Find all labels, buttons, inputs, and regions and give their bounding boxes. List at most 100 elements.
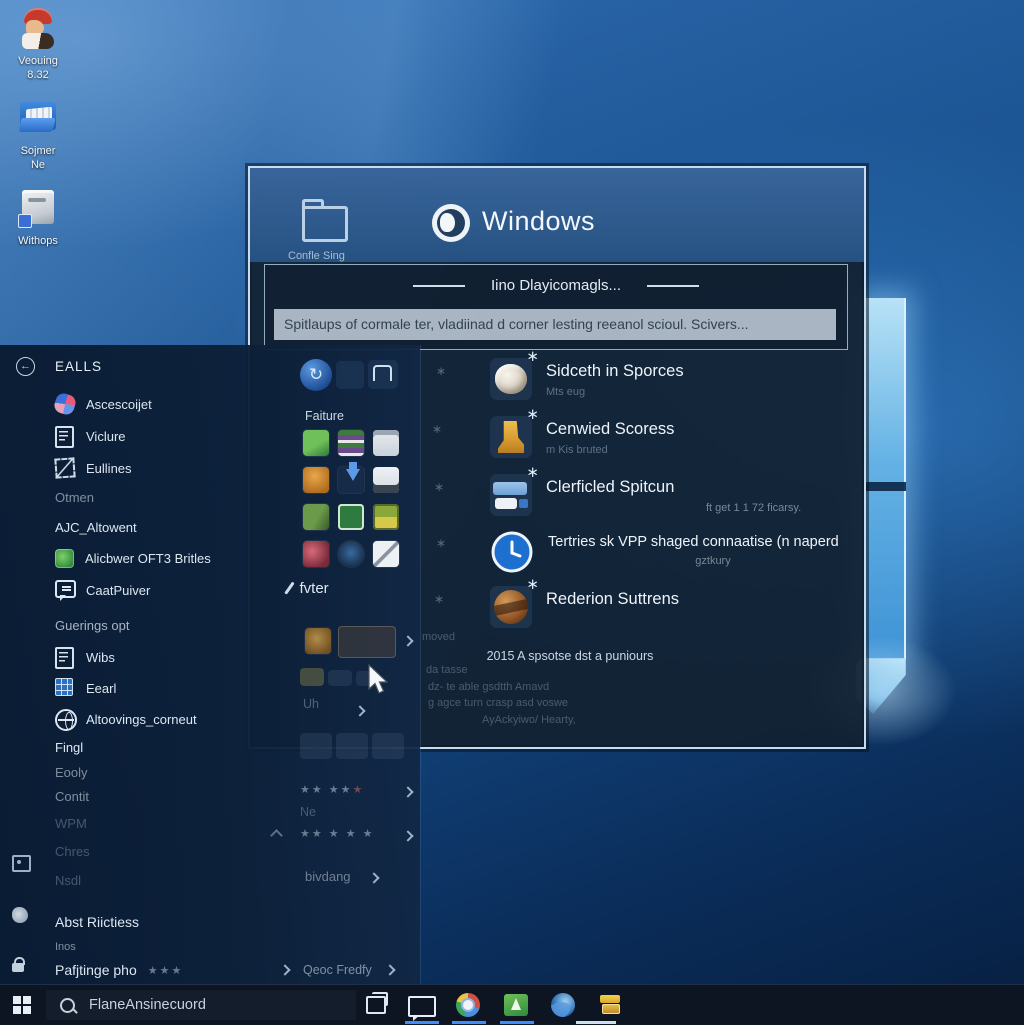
start-menu-item[interactable]: Eullines (55, 457, 132, 479)
start-menu-item[interactable]: WPM (55, 812, 87, 834)
tile-download-icon[interactable] (338, 467, 364, 493)
dialog-title: Windows (482, 206, 595, 237)
tile-books-icon[interactable] (338, 430, 364, 456)
start-button[interactable] (13, 996, 31, 1014)
wide-tile[interactable] (338, 626, 396, 658)
tile-globe-icon[interactable] (338, 541, 364, 567)
result-title: Cenwied Scoress (546, 416, 674, 439)
coin-tile-icon[interactable] (305, 628, 331, 654)
start-menu-item[interactable]: Inos (55, 936, 76, 958)
filter-item[interactable]: fvter (288, 577, 329, 599)
green-a-app-icon[interactable] (504, 994, 530, 1018)
chevron-right-icon[interactable] (354, 705, 365, 716)
result-item[interactable]: ∗ Sidceth in Sporces Mts eug (490, 358, 684, 400)
chevron-right-icon[interactable] (384, 964, 395, 975)
item-label: Chres (55, 844, 90, 859)
item-label: Contit (55, 789, 89, 804)
brain-icon: ∗ (490, 358, 532, 400)
start-menu-item[interactable]: Contit (55, 785, 89, 807)
caret-up-icon[interactable] (270, 829, 283, 842)
search-icon (60, 998, 75, 1013)
clock-icon (490, 530, 534, 574)
n-tile-icon[interactable] (368, 360, 398, 389)
tile-tool-icon[interactable] (303, 504, 329, 530)
rating-stars-icon: ★★★ (148, 964, 184, 977)
start-menu-item[interactable]: CaatPuiver (55, 579, 150, 601)
chevron-right-icon[interactable] (402, 786, 413, 797)
start-menu-item[interactable]: Viclure (55, 425, 126, 447)
start-menu-item[interactable]: Otmen (55, 486, 94, 508)
dim-tile[interactable] (300, 668, 324, 686)
search-input[interactable]: Spitlaups of cormale ter, vladiinad d co… (274, 309, 836, 340)
tile-sheet-icon[interactable] (338, 504, 364, 530)
item-label: Eooly (55, 765, 88, 780)
rating-row[interactable]: ★★ ★★★ (300, 783, 364, 796)
tile-flag-icon[interactable] (303, 430, 329, 456)
tile-notepad-icon[interactable] (373, 430, 399, 456)
sparkle-icon: ∗ (436, 364, 446, 378)
rating-row[interactable]: ★★ ★ ★ ★ (300, 827, 374, 840)
chevron-right-icon[interactable] (368, 872, 379, 883)
footer-right-link[interactable]: Qeoc Fredfy (303, 959, 372, 981)
binding-label[interactable]: bivdang (305, 869, 351, 884)
desktop-icon-veouing[interactable]: Veouing 8.32 (0, 6, 76, 82)
dim-tile[interactable] (336, 733, 368, 759)
faint-text: da tasse (426, 664, 468, 676)
taskbar-search[interactable]: FlaneAnsinecuord (46, 990, 356, 1020)
dim-tile[interactable] (300, 733, 332, 759)
tile-red-icon[interactable] (303, 541, 329, 567)
chevron-right-icon[interactable] (279, 964, 290, 975)
tile-window-icon[interactable] (373, 504, 399, 530)
start-menu-item-settings[interactable]: Pafjtinge pho ★★★ (55, 959, 183, 981)
chat-app-icon[interactable] (408, 996, 434, 1020)
drive-icon: ∗ (490, 474, 532, 516)
start-menu-item[interactable]: AJC_Altowent (55, 516, 137, 538)
tile-pencil-icon[interactable] (373, 541, 399, 567)
dim-tile[interactable] (372, 733, 404, 759)
task-view-icon[interactable] (366, 996, 386, 1014)
item-label: Ascescoijet (86, 397, 152, 412)
lock-icon (12, 957, 24, 972)
start-menu-item[interactable]: Ascescoijet (55, 393, 152, 415)
tile-barcode-doc-icon[interactable] (373, 467, 399, 493)
globe-icon (55, 709, 75, 729)
start-menu-item[interactable]: Chres (55, 840, 90, 862)
tile-figure-icon[interactable] (303, 467, 329, 493)
files-app-icon[interactable] (600, 995, 626, 1019)
start-menu-item[interactable]: Eooly (55, 761, 88, 783)
start-menu-item[interactable]: Alicbwer OFT3 Britles (55, 547, 211, 569)
sparkle-icon: ∗ (434, 480, 444, 494)
start-menu-header: EALLS (55, 359, 102, 374)
desktop-icon-sojmer[interactable]: Sojmer Ne (0, 96, 76, 172)
dialog-subtitle: Confle Sing (288, 250, 345, 262)
orb-app-icon[interactable]: ↻ (300, 359, 332, 391)
start-menu-item[interactable]: Fingl (55, 736, 83, 758)
item-label: Nsdl (55, 873, 81, 888)
desktop-icon-withops[interactable]: Withops (0, 186, 76, 248)
avatar-icon (432, 204, 470, 242)
wallpaper-logo-gap (862, 482, 906, 491)
worker-avatar-icon (16, 6, 60, 50)
swirl-app-icon[interactable] (551, 993, 577, 1017)
uh-label: Uh (303, 697, 319, 711)
result-item[interactable]: ∗ Cenwied Scoress m Kis bruted (490, 416, 674, 458)
start-menu-item[interactable]: Nsdl (55, 869, 81, 891)
rating-stars-icon: ★★ ★★ (300, 784, 353, 796)
dim-tile[interactable] (328, 670, 352, 686)
result-item[interactable]: Tertries sk VPP shaged connaatise (n nap… (490, 530, 878, 574)
search-banner: Iino Dlayicomagls... Spitlaups of cormal… (264, 264, 848, 350)
result-item[interactable]: ∗ Clerficled Spitcun ft get 1 1 72 ficar… (490, 474, 801, 516)
chevron-right-icon[interactable] (402, 635, 413, 646)
start-menu-item[interactable]: Abst Riictiess (55, 911, 139, 933)
dark-tile-icon[interactable] (336, 361, 364, 389)
banner-title-row: Iino Dlayicomagls... (265, 277, 847, 294)
back-icon[interactable]: ← (16, 357, 35, 376)
chevron-right-icon[interactable] (402, 830, 413, 841)
folder-icon[interactable] (302, 206, 348, 242)
start-menu-item[interactable]: Wibs (55, 646, 115, 668)
item-label: Otmen (55, 490, 94, 505)
start-menu-item[interactable]: Altoovings_corneut (55, 708, 197, 730)
result-item[interactable]: ∗ Rederion Suttrens (490, 586, 679, 628)
start-menu-item[interactable]: Eearl (55, 677, 116, 699)
browser-app-icon[interactable] (456, 993, 482, 1017)
